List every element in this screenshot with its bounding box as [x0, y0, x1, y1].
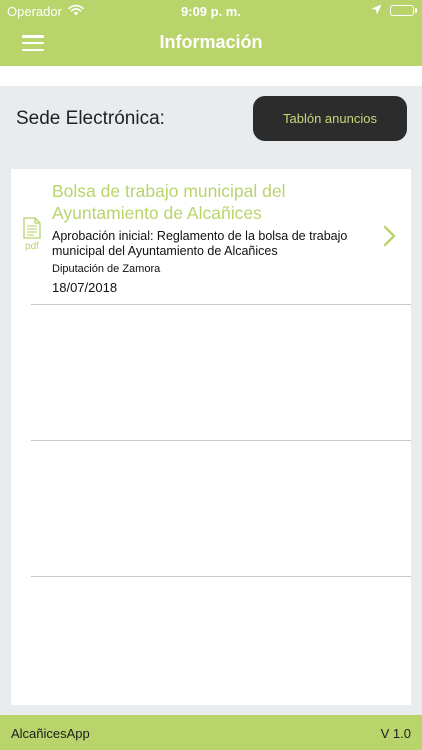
file-type-label: pdf [25, 241, 39, 252]
list-divider [31, 440, 411, 441]
status-right-group [371, 3, 417, 18]
document-icon: pdf [21, 217, 43, 252]
item-date: 18/07/2018 [52, 280, 118, 295]
footer-bar: AlcañicesApp V 1.0 [0, 715, 422, 750]
footer-app-name: AlcañicesApp [11, 726, 90, 741]
item-title: Bolsa de trabajo municipal del Ayuntamie… [52, 181, 286, 223]
status-bar: Operador 9:09 p. m. [0, 0, 422, 22]
item-source: Diputación de Zamora [52, 263, 161, 275]
location-arrow-icon [371, 3, 382, 18]
chevron-right-icon[interactable] [383, 225, 397, 252]
nav-bar: Información [0, 22, 422, 66]
item-description: Aprobación inicial: Reglamento de la bol… [52, 229, 348, 258]
news-list: pdf Bolsa de trabajo municipal del Ayunt… [11, 169, 411, 705]
list-divider [31, 304, 411, 305]
sede-label: Sede Electrónica: [16, 108, 165, 129]
top-bar: Operador 9:09 p. m. Información [0, 0, 422, 66]
page-title: Información [159, 32, 263, 52]
battery-icon [390, 5, 417, 16]
status-time: 9:09 p. m. [181, 4, 241, 19]
tablon-anuncios-button[interactable]: Tablón anuncios [253, 96, 407, 141]
header-spacer [0, 66, 422, 86]
footer-version: V 1.0 [380, 726, 411, 741]
list-item[interactable]: pdf Bolsa de trabajo municipal del Ayunt… [11, 169, 411, 304]
list-divider [31, 576, 411, 577]
